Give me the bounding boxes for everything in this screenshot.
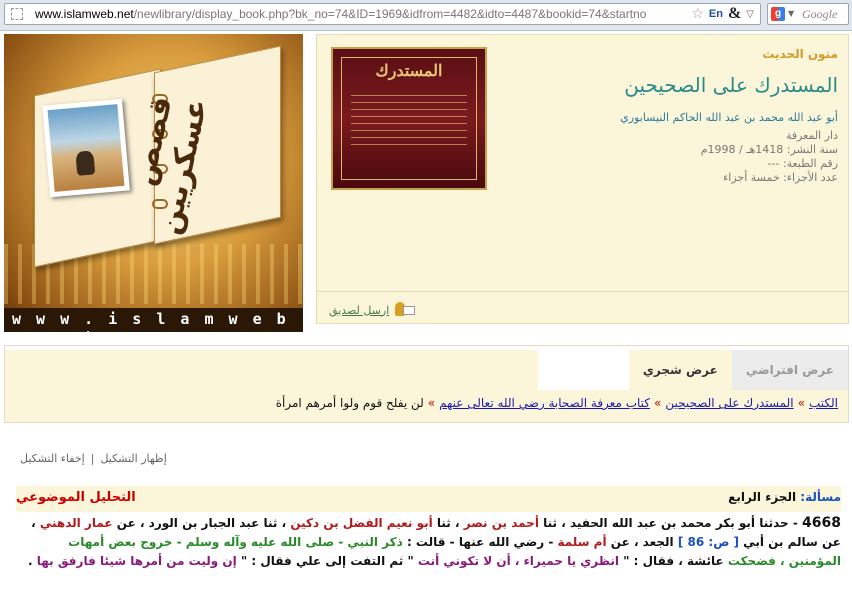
tab-tree-view[interactable]: عرض شجري [628,350,732,390]
banner-footer-strip: w w w . i s l a m w e b . n e t [4,308,303,332]
book-year: سنة النشر: 1418هـ / 1998م [700,143,838,156]
send-friend-link[interactable]: ارسل لصديق [329,304,389,317]
search-engine-dropdown-icon[interactable]: ▼ [788,9,794,18]
url-host: www.islamweb.net [35,7,134,21]
breadcrumb-books[interactable]: الكتب [809,396,838,410]
book-author[interactable]: أبو عبد الله محمد بن عبد الله الحاكم الن… [498,111,838,129]
address-bar[interactable]: www.islamweb.net/newlibrary/display_book… [4,3,761,25]
breadcrumb-book[interactable]: المستدرك على الصحيحين [665,396,793,410]
view-tabs-box: عرض افتراضي عرض شجري الكتب»المستدرك على … [4,345,849,423]
breadcrumb-separator: » [654,396,662,410]
topical-analysis-link[interactable]: التحليل الموضوعي [16,490,136,505]
book-publisher: دار المعرفة [785,129,838,142]
hide-diacritics-link[interactable]: إخفاء التشكيل [20,452,85,465]
send-friend-icon[interactable] [393,302,416,318]
ampersand-icon[interactable]: & [728,5,741,23]
narrator-link[interactable]: عمار الدهني [40,516,113,530]
view-tabs: عرض افتراضي عرض شجري [628,350,848,390]
send-to-friend[interactable]: ارسل لصديق [329,301,416,319]
google-icon[interactable]: g [771,7,785,21]
prophet-speech: إن وليت من أمرها شيئا فارفق بها [36,554,237,568]
hadith-segment: ، ثنا [432,516,464,530]
breadcrumb-separator: » [797,396,805,410]
search-bar[interactable]: g ▼ Google [767,3,849,25]
book-info-panel: المستدرك متون الحديث المستدرك على الصحيح… [316,34,849,324]
show-diacritics-link[interactable]: إظهار التشكيل [100,452,166,465]
hadith-segment: ، ثنا عبد الجبار بن الورد ، عن [112,516,291,530]
breadcrumb: الكتب»المستدرك على الصحيحين»كتاب معرفة ا… [5,390,848,422]
banner-site-text: w w w . i s l a m w e b . n e t [12,310,289,332]
banner-image[interactable]: قصص عسكريين w w w . i s l a m w e b . n … [4,34,303,332]
page-icon [11,8,23,20]
translate-icon[interactable]: En [709,8,723,20]
chevron-down-icon[interactable]: ▽ [746,9,754,20]
hadith-header-right: مسألة: الجزء الرابع [728,490,841,504]
horse-rider-icon [75,150,96,176]
hadith-segment: الجعد ، عن [606,535,678,549]
envelope-icon [403,306,416,315]
photo-frame [42,98,130,198]
book-edition: رقم الطبعة: --- [767,157,838,170]
book-title[interactable]: المستدرك على الصحيحين [498,73,838,107]
book-cover-image[interactable]: المستدرك [331,47,487,190]
desert-photo [47,104,125,192]
page-reference: [ ص: 86 ] [677,535,739,549]
narrator-link[interactable]: أم سلمة [557,535,606,549]
book-parts: عدد الأجزاء: خمسة أجزاء [723,171,838,184]
breadcrumb-chapter[interactable]: كتاب معرفة الصحابة رضي الله تعالى عنهم [439,396,650,410]
book-category[interactable]: متون الحديث [498,47,838,67]
narrator-link[interactable]: أبو نعيم الفضل بن دكين [290,516,432,530]
cover-decoration [351,95,467,145]
hadith-segment: عائشة ، فقال : " [619,554,728,568]
cover-title: المستدرك [375,61,443,80]
hadith-number: 4668 [802,515,841,531]
search-placeholder[interactable]: Google [802,7,837,22]
tab-default-view[interactable]: عرض افتراضي [731,350,848,390]
toggle-separator: | [90,452,95,465]
hadith-segment: - رضي الله عنها - قالت : [402,535,558,549]
prophet-speech: انظري يا حميراء ، أن لا تكوني أنت [417,554,620,568]
hadith-header: مسألة: الجزء الرابع التحليل الموضوعي [16,486,841,512]
hadith-segment: " ثم التفت إلى علي فقال : " [236,554,418,568]
hadith-segment: . [28,554,37,568]
issue-link[interactable]: مسألة: [800,490,841,504]
hadith-segment: - حدثنا أبو بكر محمد بن عبد الله الحفيد … [538,516,803,530]
book-details: متون الحديث المستدرك على الصحيحين أبو عب… [498,47,838,185]
browser-toolbar: www.islamweb.net/newlibrary/display_book… [0,0,852,31]
tab-bar-fill [5,350,538,390]
divider [317,291,848,292]
hadith-text: 4668 - حدثنا أبو بكر محمد بن عبد الله ال… [16,514,841,571]
url-path: /newlibrary/display_book.php?bk_no=74&ID… [133,7,647,21]
breadcrumb-current: لن يفلح قوم ولوا أمرهم امرأة [275,396,424,410]
diacritics-toggle: إظهار التشكيل | إخفاء التشكيل [20,452,167,465]
url-text[interactable]: www.islamweb.net/newlibrary/display_book… [35,7,667,23]
narrator-link[interactable]: أحمد بن نصر [464,516,539,530]
breadcrumb-separator: » [427,396,436,410]
part-label: الجزء الرابع [728,490,797,504]
bookmark-star-icon[interactable]: ☆ [691,6,704,22]
address-bar-icons: ☆ En & ▽ [691,5,754,23]
